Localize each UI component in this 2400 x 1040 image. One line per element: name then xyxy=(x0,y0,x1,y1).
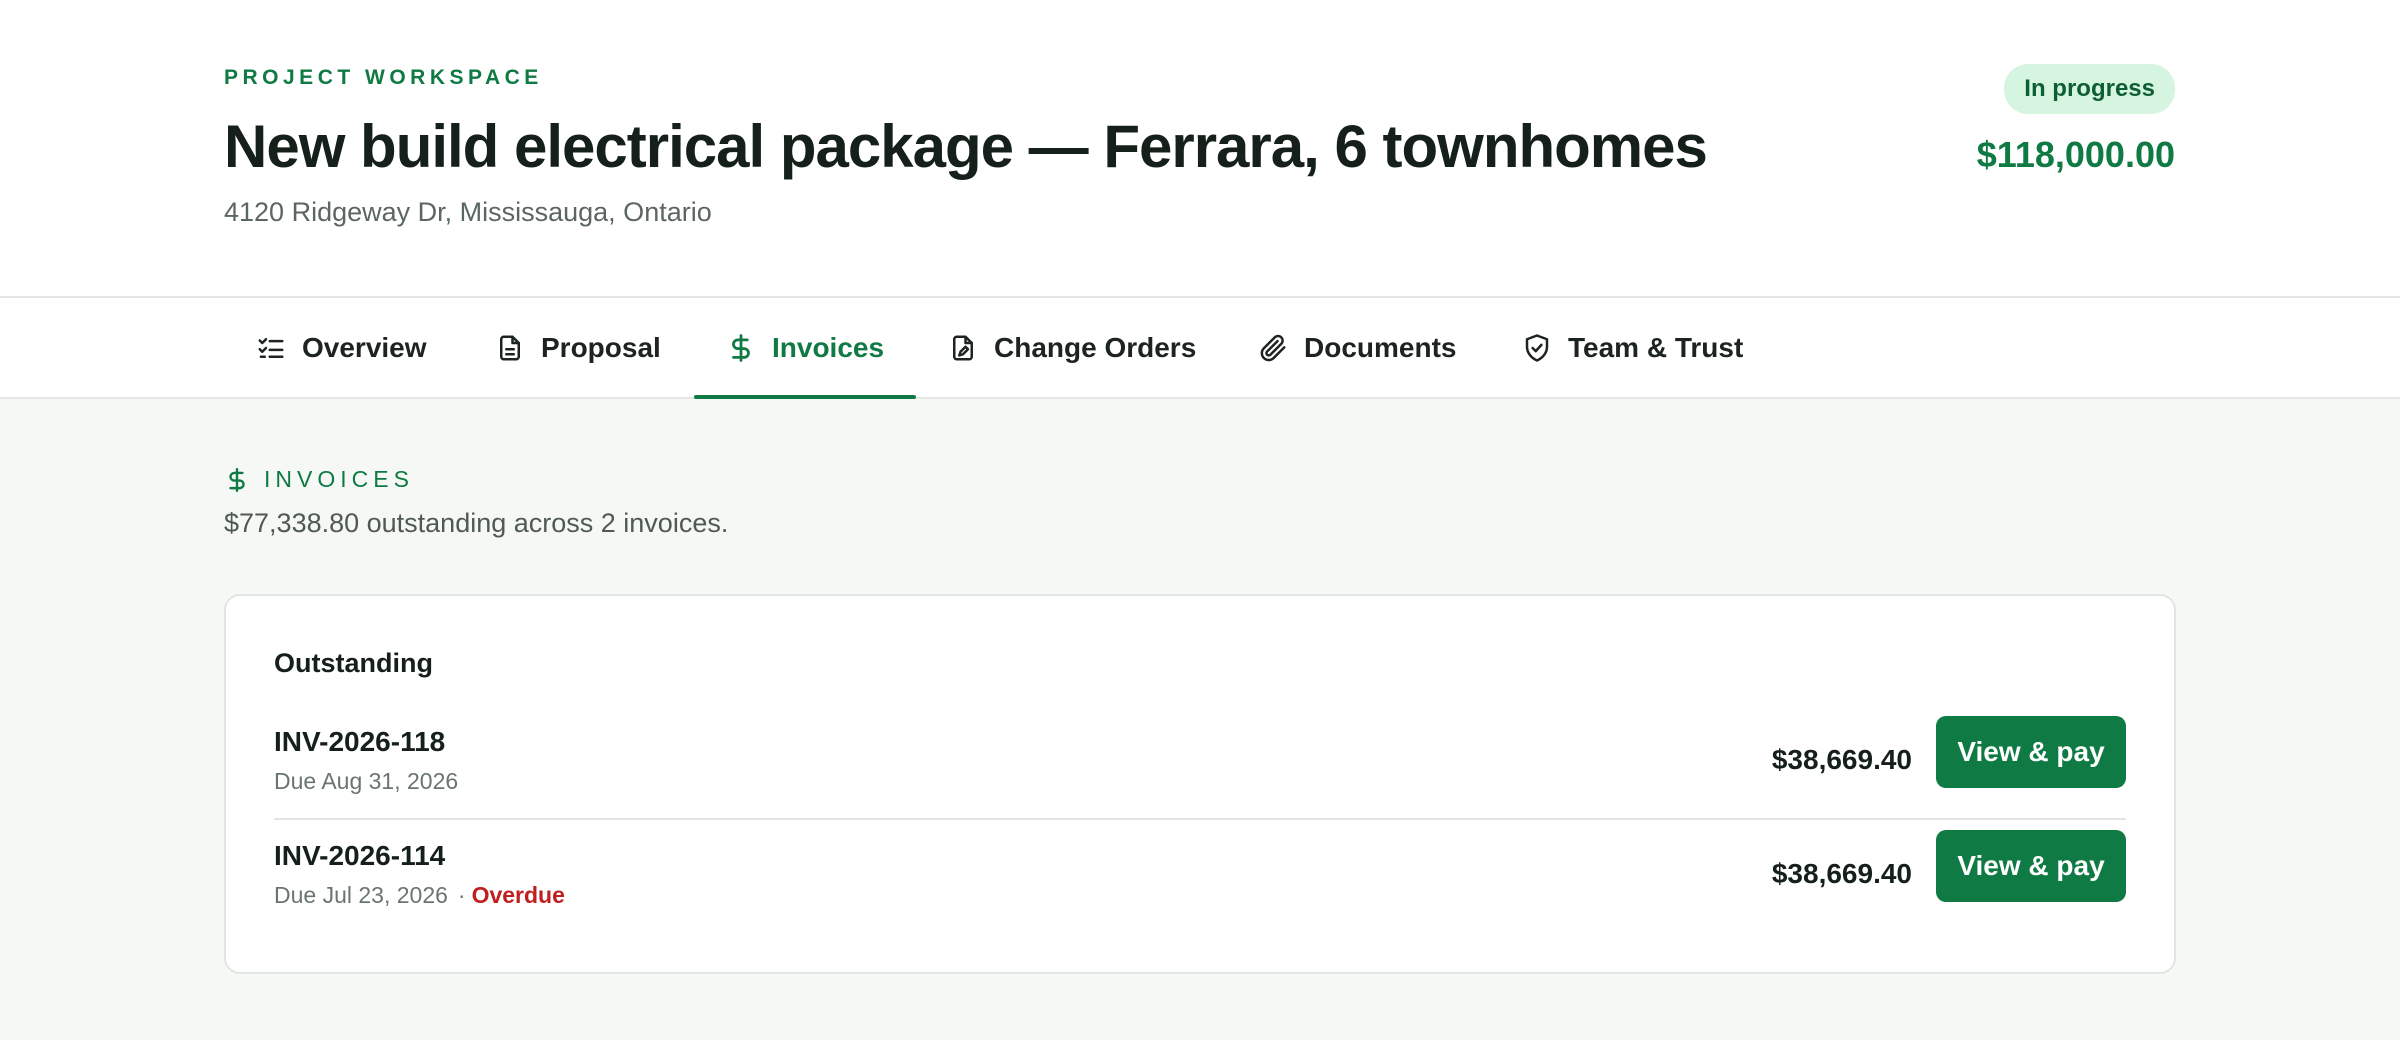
invoice-due-date: Due Aug 31, 2026 xyxy=(274,768,458,795)
invoice-amount: $38,669.40 xyxy=(1771,858,1912,889)
card-title: Outstanding xyxy=(274,648,433,678)
checklist-icon xyxy=(258,337,284,358)
separator-dot: · xyxy=(457,882,466,908)
tab-change-orders[interactable]: Change Orders xyxy=(948,298,1196,397)
outstanding-invoices-card: Outstanding INV-2026-118 Due Aug 31, 202… xyxy=(224,594,2176,974)
project-address: 4120 Ridgeway Dr, Mississauga, Ontario xyxy=(224,197,712,227)
project-total: $118,000.00 xyxy=(1976,134,2175,175)
tab-bar: Overview Proposal Invoices Change Orders… xyxy=(0,298,2400,399)
tab-label: Documents xyxy=(1304,331,1457,363)
invoice-due-date: Due Jul 23, 2026 · Overdue xyxy=(274,882,565,909)
tab-label: Proposal xyxy=(541,331,661,363)
document-edit-icon xyxy=(953,335,973,360)
tab-overview[interactable]: Overview xyxy=(256,298,427,397)
dollar-icon xyxy=(732,333,750,362)
overdue-flag: Overdue xyxy=(471,882,565,908)
due-date-text: Due Aug 31, 2026 xyxy=(274,768,459,794)
invoices-section-heading: INVOICES xyxy=(224,466,414,493)
tab-invoices[interactable]: Invoices xyxy=(694,298,917,399)
invoice-row: INV-2026-114 Due Jul 23, 2026 · Overdue $3… xyxy=(274,822,2126,934)
workspace-eyebrow: PROJECT WORKSPACE xyxy=(224,66,543,89)
due-date-text: Due Jul 23, 2026 xyxy=(274,882,448,908)
tab-label: Overview xyxy=(302,331,427,363)
page-title: New build electrical package — Ferrara, … xyxy=(224,113,1708,180)
invoice-amount: $38,669.40 xyxy=(1771,744,1912,775)
project-header: PROJECT WORKSPACE New build electrical p… xyxy=(0,0,2400,298)
view-pay-button[interactable]: View & pay xyxy=(1936,716,2126,788)
shield-check-icon xyxy=(1525,333,1549,362)
tab-label: Change Orders xyxy=(994,331,1197,363)
dollar-icon xyxy=(229,467,245,492)
document-icon xyxy=(500,335,520,360)
invoice-number: INV-2026-114 xyxy=(274,840,446,871)
tab-proposal[interactable]: Proposal xyxy=(495,298,661,397)
section-eyebrow-label: INVOICES xyxy=(264,466,414,492)
view-pay-button[interactable]: View & pay xyxy=(1936,830,2126,902)
paperclip-icon xyxy=(1260,334,1286,361)
invoice-number: INV-2026-118 xyxy=(274,726,446,757)
invoice-row: INV-2026-118 Due Aug 31, 2026 $38,669.40… xyxy=(274,708,2126,820)
tab-team-trust[interactable]: Team & Trust xyxy=(1522,298,1743,397)
status-badge: In progress xyxy=(2004,64,2175,114)
outstanding-summary: $77,338.80 outstanding across 2 invoices… xyxy=(224,508,729,538)
tab-label: Team & Trust xyxy=(1568,331,1744,363)
tab-label: Invoices xyxy=(772,331,885,363)
tab-documents[interactable]: Documents xyxy=(1258,298,1456,397)
